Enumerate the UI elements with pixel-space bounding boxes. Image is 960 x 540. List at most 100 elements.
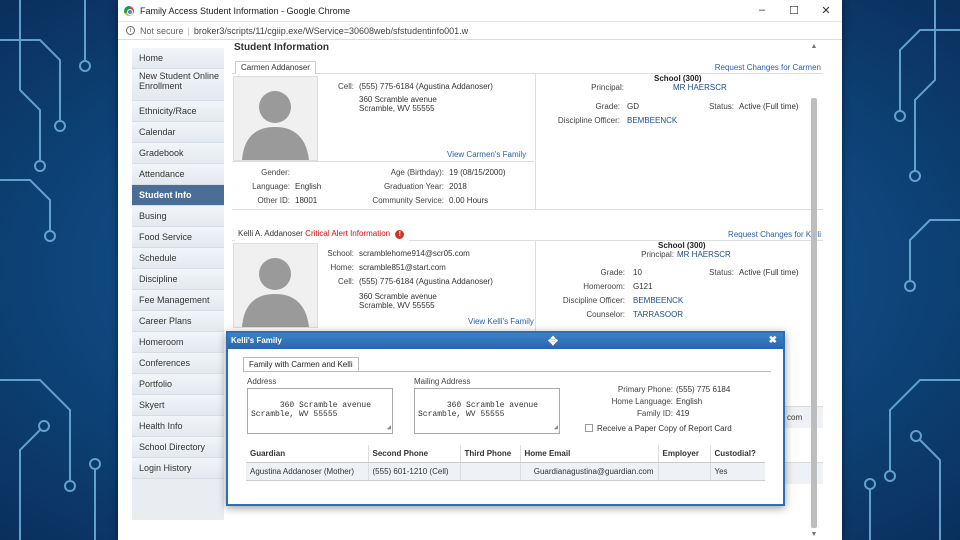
critical-alert-link[interactable]: Critical Alert Information — [305, 229, 390, 238]
col-second-phone: Second Phone — [368, 445, 461, 463]
student-photo — [233, 76, 318, 161]
address-bar[interactable]: i Not secure | broker3/scripts/11/cgiip.… — [118, 22, 842, 40]
request-changes-kelli-link[interactable]: Request Changes for Kelli — [728, 230, 821, 239]
home-email-value[interactable]: scramble851@start.com — [359, 263, 446, 272]
alert-icon[interactable]: ! — [395, 230, 405, 239]
window-title: Family Access Student Information - Goog… — [140, 5, 351, 16]
sidebar-item-homeroom[interactable]: Homeroom — [132, 332, 224, 353]
sidebar-item-calendar[interactable]: Calendar — [132, 122, 224, 143]
address-textarea-value: 360 Scramble avenue Scramble, WV 55555 — [251, 401, 372, 419]
address-value: 360 Scramble avenue Scramble, WV 55555 — [359, 95, 437, 113]
sidebar-item-login-history[interactable]: Login History — [132, 458, 224, 479]
scroll-down-arrow-icon[interactable]: ▼ — [810, 531, 818, 538]
principal-label-kelli: Principal: — [641, 250, 674, 259]
dialog-title-bar[interactable]: Kelli's Family ✥ ✖ — [228, 333, 783, 349]
community-service-value: 0.00 Hours — [449, 196, 489, 205]
primary-phone-value: (555) 775 6184 — [676, 385, 731, 394]
address-value-kelli: 360 Scramble avenue Scramble, WV 55555 — [359, 292, 437, 310]
sidebar-item-busing[interactable]: Busing — [132, 206, 224, 227]
sidebar-item-attendance[interactable]: Attendance — [132, 164, 224, 185]
request-changes-carmen-link[interactable]: Request Changes for Carmen — [715, 63, 821, 72]
sidebar-item-skyert[interactable]: Skyert — [132, 395, 224, 416]
cell-label: Cell: — [337, 82, 354, 91]
address-label: Address — [247, 377, 277, 386]
page-title: Student Information — [234, 42, 329, 53]
school-email-value[interactable]: scramblehome914@scr05.com — [359, 249, 470, 258]
sidebar-item-ethnicity-race[interactable]: Ethnicity/Race — [132, 101, 224, 122]
family-id-value: 419 — [676, 409, 690, 418]
second-phone-cell: (555) 601-1210 (Cell) — [368, 462, 461, 481]
sidebar-item-career-plans[interactable]: Career Plans — [132, 311, 224, 332]
sidebar-item-food-service[interactable]: Food Service — [132, 227, 224, 248]
col-employer: Employer — [658, 445, 711, 463]
principal-label: Principal: — [591, 83, 624, 92]
school-name: School (300) — [654, 74, 702, 83]
view-kelli-family-link[interactable]: View Kelli's Family — [468, 317, 534, 326]
vertical-scrollbar[interactable]: ▲ ▼ — [810, 43, 818, 538]
sidebar-item-student-info[interactable]: Student Info — [132, 185, 224, 206]
mailing-address-textarea-value: 360 Scramble avenue Scramble, WV 55555 — [418, 401, 539, 419]
third-phone-cell — [460, 462, 521, 481]
status-value-kelli: Active (Full time) — [739, 268, 799, 277]
paper-copy-checkbox[interactable] — [585, 424, 593, 432]
homeroom-label: Homeroom: — [583, 282, 625, 291]
home-language-label: Home Language: — [611, 397, 673, 406]
not-secure-label: Not secure — [140, 25, 184, 36]
person-silhouette-icon — [242, 91, 309, 160]
col-custodial: Custodial? — [710, 445, 765, 463]
sidebar-item-fee-management[interactable]: Fee Management — [132, 290, 224, 311]
close-window-button[interactable]: ✕ — [810, 4, 842, 17]
counselor-label: Counselor: — [586, 310, 625, 319]
resize-grip-icon[interactable]: ◢ — [554, 424, 558, 433]
person-silhouette-icon — [242, 258, 309, 327]
cell-value-kelli: (555) 775-6184 (Agustina Addanoser) — [359, 277, 493, 286]
sidebar-item-portfolio[interactable]: Portfolio — [132, 374, 224, 395]
family-id-label: Family ID: — [637, 409, 673, 418]
principal-value-kelli: MR HAERSCR — [677, 250, 731, 259]
mailing-address-textarea[interactable]: 360 Scramble avenue Scramble, WV 55555 ◢ — [414, 388, 560, 434]
grade-label: Grade: — [595, 102, 620, 111]
url-text[interactable]: broker3/scripts/11/cgiip.exe/WService=30… — [194, 26, 468, 36]
col-third-phone: Third Phone — [460, 445, 521, 463]
resize-grip-icon[interactable]: ◢ — [387, 424, 391, 433]
sidebar-item-schedule[interactable]: Schedule — [132, 248, 224, 269]
sidebar-item-health-info[interactable]: Health Info — [132, 416, 224, 437]
sidebar-item-discipline[interactable]: Discipline — [132, 269, 224, 290]
employer-cell — [658, 462, 711, 481]
sidebar-item-conferences[interactable]: Conferences — [132, 353, 224, 374]
tab-carmen[interactable]: Carmen Addanoser — [235, 61, 316, 74]
principal-value: MR HAERSCR — [673, 83, 727, 92]
dialog-close-icon[interactable]: ✖ — [769, 333, 777, 349]
address-textarea[interactable]: 360 Scramble avenue Scramble, WV 55555 ◢ — [247, 388, 393, 434]
view-carmen-family-link[interactable]: View Carmen's Family — [447, 150, 526, 159]
scroll-thumb[interactable] — [811, 98, 817, 528]
homeroom-value: G121 — [633, 282, 653, 291]
tab-kelli[interactable]: Kelli A. Addanoser Critical Alert Inform… — [235, 228, 410, 241]
gender-label: Gender: — [261, 168, 290, 177]
age-label: Age (Birthday): — [390, 168, 444, 177]
age-value: 19 (08/15/2000) — [449, 168, 506, 177]
sidebar-item-new-student-online-enrollment[interactable]: New Student Online Enrollment — [132, 69, 224, 101]
maximize-button[interactable]: ☐ — [778, 4, 810, 17]
minimize-button[interactable]: – — [746, 4, 778, 17]
language-value: English — [295, 182, 322, 191]
tab-family[interactable]: Family with Carmen and Kelli — [243, 357, 359, 372]
school-name-kelli: School (300) — [658, 241, 706, 250]
home-language-value: English — [676, 397, 703, 406]
info-icon[interactable]: i — [126, 26, 135, 35]
address-separator: | — [187, 25, 190, 36]
home-email-cell[interactable]: Guardianagustina@guardian.com — [520, 462, 659, 481]
discipline-officer-value-kelli: BEMBEENCK — [633, 296, 684, 305]
email-partial: com — [787, 413, 803, 422]
counselor-value: TARRASOOR — [633, 310, 684, 319]
school-email-label: School: — [327, 249, 354, 258]
scroll-up-arrow-icon[interactable]: ▲ — [810, 43, 818, 50]
other-id-label: Other ID: — [257, 196, 290, 205]
status-label: Status: — [709, 102, 734, 111]
sidebar-item-home[interactable]: Home — [132, 48, 224, 69]
paper-copy-label: Receive a Paper Copy of Report Card — [597, 424, 732, 433]
sidebar-item-school-directory[interactable]: School Directory — [132, 437, 224, 458]
guardian-table: Guardian Second Phone Third Phone Home E… — [246, 445, 765, 481]
col-guardian: Guardian — [246, 445, 369, 463]
sidebar-item-gradebook[interactable]: Gradebook — [132, 143, 224, 164]
